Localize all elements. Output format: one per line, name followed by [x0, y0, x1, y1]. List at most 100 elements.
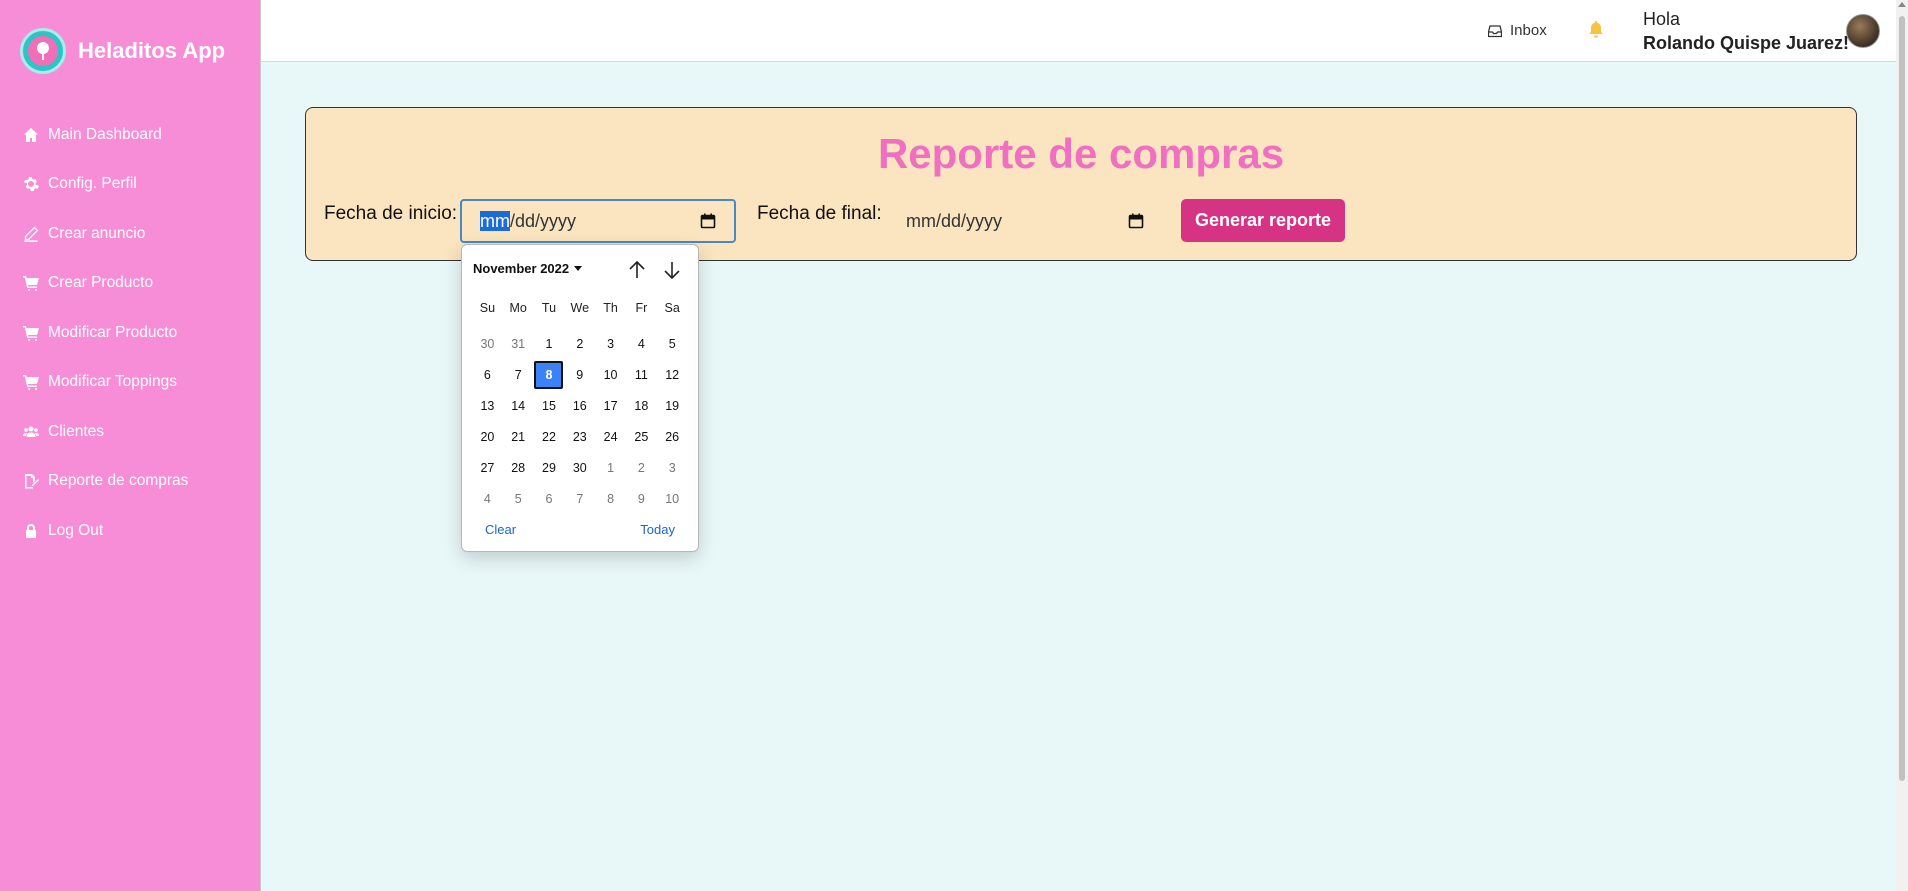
file-signature-icon	[22, 472, 40, 490]
calendar-day[interactable]: 5	[657, 328, 688, 359]
calendar-day[interactable]: 3	[595, 328, 626, 359]
calendar-day[interactable]: 3	[657, 452, 688, 483]
calendar-day[interactable]: 19	[657, 390, 688, 421]
next-month-button[interactable]	[661, 259, 683, 281]
calendar-grid: Su Mo Tu We Th Fr Sa 30 31 1 2 3 4 5 6 7…	[472, 297, 688, 514]
calendar-day[interactable]: 27	[472, 452, 503, 483]
sidebar-item-label: Clientes	[48, 422, 104, 440]
scroll-up-arrow[interactable]	[1898, 2, 1906, 7]
cart-plus-icon	[22, 373, 40, 391]
calendar-day[interactable]: 13	[472, 390, 503, 421]
calendar-day[interactable]: 24	[595, 421, 626, 452]
calendar-day[interactable]: 23	[564, 421, 595, 452]
today-button[interactable]: Today	[640, 522, 675, 537]
calendar-day[interactable]: 9	[626, 483, 657, 514]
calendar-day[interactable]: 25	[626, 421, 657, 452]
sidebar-item-label: Config. Perfil	[48, 175, 137, 193]
app-logo	[20, 28, 66, 74]
home-icon	[22, 126, 40, 144]
sidebar-nav: Main Dashboard Config. Perfil Crear anun…	[22, 110, 188, 556]
calendar-day[interactable]: 4	[626, 328, 657, 359]
sidebar-item-label: Main Dashboard	[48, 125, 162, 143]
caret-down-icon	[574, 266, 583, 271]
calendar-week: 30 31 1 2 3 4 5	[472, 328, 688, 359]
clear-button[interactable]: Clear	[485, 522, 516, 537]
sidebar-item-modificar-producto[interactable]: Modificar Producto	[22, 308, 188, 358]
calendar-day[interactable]: 11	[626, 359, 657, 390]
weekday-header: Su Mo Tu We Th Fr Sa	[472, 297, 688, 328]
calendar-day[interactable]: 8	[595, 483, 626, 514]
calendar-day[interactable]: 15	[534, 390, 565, 421]
calendar-day[interactable]: 14	[503, 390, 534, 421]
calendar-day[interactable]: 31	[503, 328, 534, 359]
calendar-day[interactable]: 1	[595, 452, 626, 483]
calendar-day[interactable]: 10	[595, 359, 626, 390]
scrollbar[interactable]	[1896, 0, 1908, 891]
sidebar-item-label: Crear anuncio	[48, 224, 146, 242]
calendar-day[interactable]: 28	[503, 452, 534, 483]
calendar-day[interactable]: 21	[503, 421, 534, 452]
calendar-day[interactable]: 16	[564, 390, 595, 421]
sidebar-item-crear-anuncio[interactable]: Crear anuncio	[22, 209, 188, 259]
cart-plus-icon	[22, 274, 40, 292]
start-date-rest: /dd/yyyy	[510, 210, 577, 231]
inbox-label: Inbox	[1510, 22, 1547, 39]
calendar-day[interactable]: 12	[657, 359, 688, 390]
calendar-day[interactable]: 22	[534, 421, 565, 452]
start-date-month-segment[interactable]: mm	[480, 210, 510, 231]
month-year-selector[interactable]: November 2022	[473, 261, 583, 276]
calendar-week: 13 14 15 16 17 18 19	[472, 390, 688, 421]
calendar-week: 6 7 8 9 10 11 12	[472, 359, 688, 390]
pen-icon	[22, 225, 40, 243]
calendar-day[interactable]: 18	[626, 390, 657, 421]
calendar-day[interactable]: 10	[657, 483, 688, 514]
calendar-day[interactable]: 26	[657, 421, 688, 452]
weekday-label: Tu	[541, 301, 557, 315]
sidebar-item-modificar-toppings[interactable]: Modificar Toppings	[22, 358, 188, 408]
sidebar-item-config-perfil[interactable]: Config. Perfil	[22, 160, 188, 210]
calendar-day[interactable]: 5	[503, 483, 534, 514]
avatar[interactable]	[1846, 14, 1880, 48]
users-icon	[22, 423, 40, 441]
previous-month-button[interactable]	[626, 259, 648, 281]
arrow-down-icon	[664, 262, 680, 280]
calendar-day[interactable]: 4	[472, 483, 503, 514]
sidebar-item-clientes[interactable]: Clientes	[22, 407, 188, 457]
sidebar-item-reporte-de-compras[interactable]: Reporte de compras	[22, 457, 188, 507]
calendar-day[interactable]: 17	[595, 390, 626, 421]
page-title: Reporte de compras	[877, 130, 1285, 177]
calendar-day[interactable]: 30	[564, 452, 595, 483]
calendar-day[interactable]: 6	[534, 483, 565, 514]
brand[interactable]: Heladitos App	[20, 28, 225, 74]
calendar-day-selected[interactable]: 8	[534, 360, 564, 389]
calendar-day[interactable]: 2	[564, 328, 595, 359]
end-date-value: mm/dd/yyyy	[906, 210, 1003, 231]
sidebar-item-main-dashboard[interactable]: Main Dashboard	[22, 110, 188, 160]
app-name: Heladitos App	[78, 38, 226, 63]
sidebar-item-crear-producto[interactable]: Crear Producto	[22, 259, 188, 309]
calendar-day[interactable]: 6	[472, 359, 503, 390]
calendar-icon[interactable]	[700, 213, 716, 229]
calendar-day[interactable]: 7	[564, 483, 595, 514]
weekday-label: Su	[479, 301, 496, 315]
end-date-input[interactable]: mm/dd/yyyy	[888, 199, 1162, 243]
calendar-day[interactable]: 30	[472, 328, 503, 359]
calendar-day[interactable]: 1	[534, 328, 565, 359]
calendar-day[interactable]: 20	[472, 421, 503, 452]
start-date-input[interactable]: mm/dd/yyyy	[460, 199, 736, 243]
calendar-day[interactable]: 9	[564, 359, 595, 390]
bell-icon[interactable]	[1588, 20, 1604, 38]
weekday-label: Fr	[635, 301, 648, 315]
calendar-icon[interactable]	[1128, 213, 1144, 229]
calendar-day[interactable]: 7	[503, 359, 534, 390]
sidebar-item-log-out[interactable]: Log Out	[22, 506, 188, 556]
scrollbar-thumb[interactable]	[1899, 16, 1905, 781]
inbox-icon	[1488, 24, 1502, 37]
start-date-value: mm/dd/yyyy	[480, 210, 577, 232]
generate-report-button[interactable]: Generar reporte	[1181, 199, 1345, 242]
lock-icon	[22, 522, 40, 540]
inbox-link[interactable]: Inbox	[1488, 22, 1547, 39]
calendar-day[interactable]: 2	[626, 452, 657, 483]
calendar-day[interactable]: 29	[534, 452, 565, 483]
start-date-label: Fecha de inicio:	[324, 203, 458, 224]
